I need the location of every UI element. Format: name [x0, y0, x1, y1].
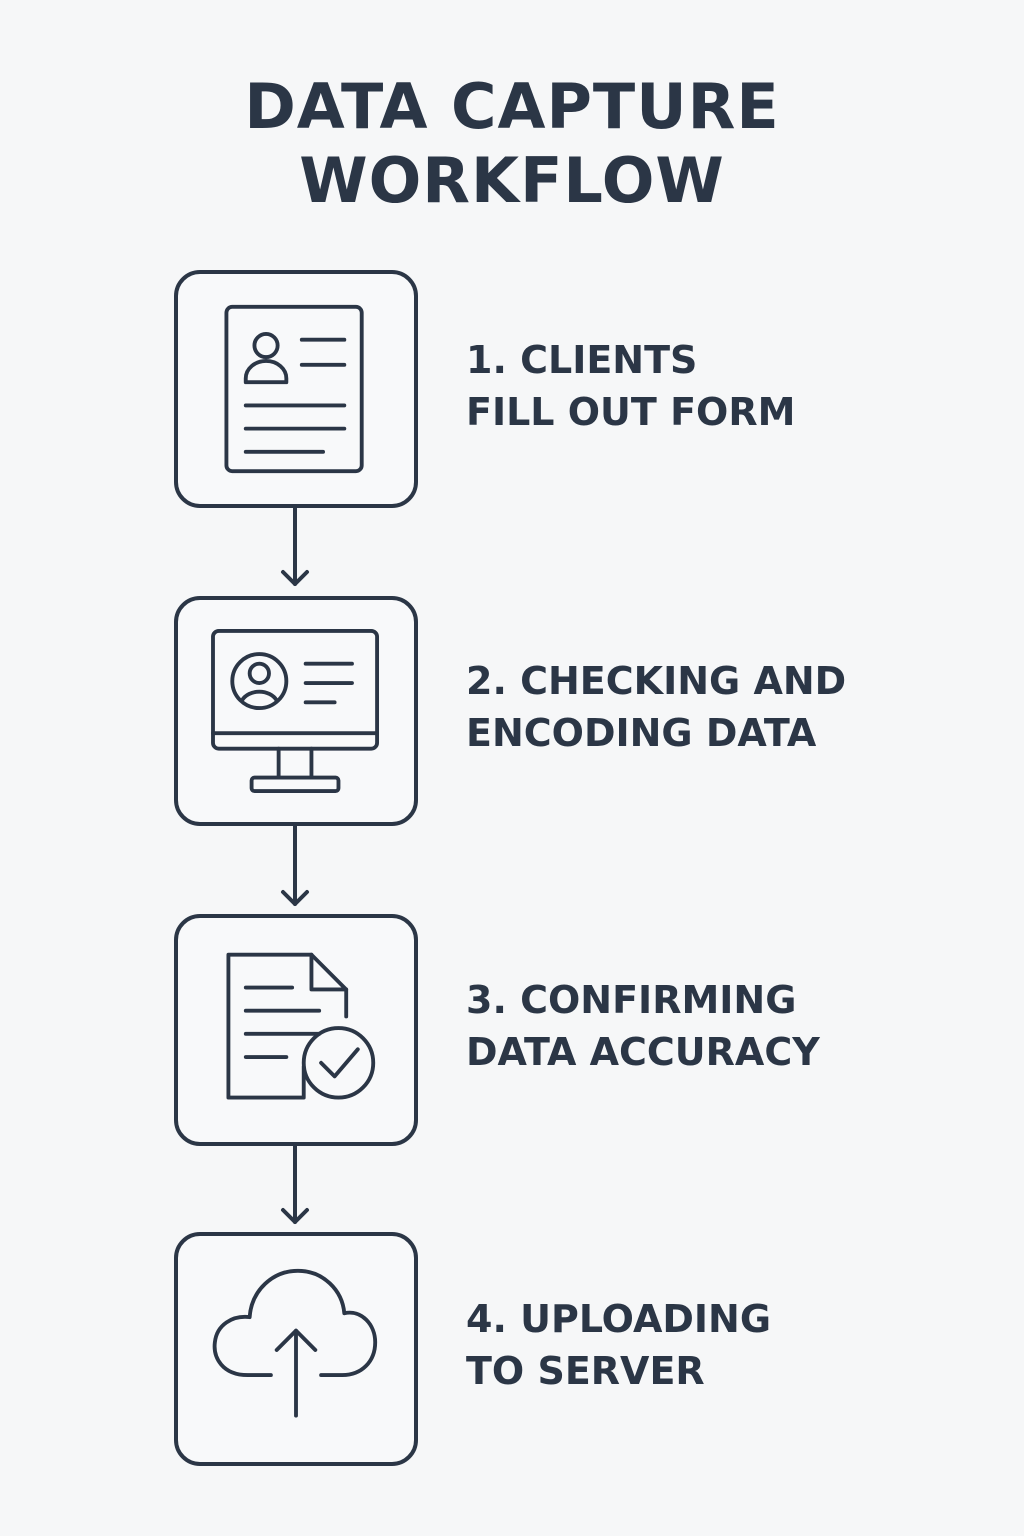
step-1-label-line-1: 1. CLIENTS	[466, 338, 698, 382]
title-line-2: WORKFLOW	[299, 144, 725, 217]
diagram-title: DATA CAPTURE WORKFLOW	[0, 70, 1024, 218]
form-document-icon	[224, 304, 364, 474]
step-3-box	[174, 914, 418, 1146]
step-4-label-line-2: TO SERVER	[466, 1349, 705, 1393]
step-4-label: 4. UPLOADING TO SERVER	[466, 1293, 771, 1397]
step-2-label-line-2: ENCODING DATA	[466, 711, 817, 755]
step-1-label-line-2: FILL OUT FORM	[466, 390, 796, 434]
arrow-down-icon	[281, 824, 309, 906]
cloud-upload-icon	[212, 1268, 378, 1418]
computer-monitor-icon	[211, 628, 380, 794]
step-1-box	[174, 270, 418, 508]
step-3-label: 3. CONFIRMING DATA ACCURACY	[466, 974, 820, 1078]
arrow-down-icon	[281, 506, 309, 586]
step-3-label-line-2: DATA ACCURACY	[466, 1030, 820, 1074]
step-4-label-line-1: 4. UPLOADING	[466, 1297, 772, 1341]
document-check-icon	[226, 952, 376, 1100]
step-3-label-line-1: 3. CONFIRMING	[466, 978, 797, 1022]
step-4-box	[174, 1232, 418, 1466]
step-1-label: 1. CLIENTS FILL OUT FORM	[466, 334, 795, 438]
step-2-label-line-1: 2. CHECKING AND	[466, 659, 847, 703]
step-2-box	[174, 596, 418, 826]
step-2-label: 2. CHECKING AND ENCODING DATA	[466, 655, 846, 759]
arrow-down-icon	[281, 1144, 309, 1224]
title-line-1: DATA CAPTURE	[244, 70, 780, 143]
